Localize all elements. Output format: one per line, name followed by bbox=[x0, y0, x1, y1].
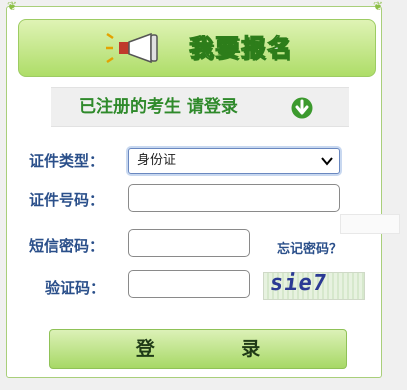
chevron-down-icon[interactable] bbox=[321, 156, 333, 166]
arrow-down-circle-icon bbox=[291, 97, 313, 119]
id-type-select[interactable]: 身份证 bbox=[128, 148, 340, 174]
megaphone-icon bbox=[106, 32, 158, 64]
header-title: 我要报名 bbox=[189, 34, 293, 63]
login-button[interactable]: 登 录 bbox=[49, 329, 347, 369]
captcha-input[interactable] bbox=[128, 270, 250, 298]
registration-panel: ❦ ❦ 我要报名 已注册的考生 请登录 证件类型： 身份证 证件号码： 短信密码… bbox=[6, 0, 383, 378]
id-type-selected-value: 身份证 bbox=[137, 153, 177, 168]
captcha-image[interactable]: sie7 bbox=[263, 271, 365, 300]
corner-ornament-icon: ❦ bbox=[372, 0, 383, 13]
forgot-password-link[interactable]: 忘记密码？ bbox=[277, 238, 342, 257]
sms-code-input[interactable] bbox=[128, 229, 250, 257]
id-type-label: 证件类型： bbox=[29, 152, 105, 170]
id-number-label: 证件号码： bbox=[29, 191, 105, 209]
captcha-image-text: sie7 bbox=[268, 271, 329, 296]
sms-code-label: 短信密码： bbox=[29, 237, 105, 255]
login-prompt-text: 已注册的考生 请登录 bbox=[79, 97, 238, 117]
corner-ornament-icon: ❦ bbox=[7, 0, 18, 13]
id-number-input[interactable] bbox=[128, 184, 340, 212]
login-prompt-bar: 已注册的考生 请登录 bbox=[51, 87, 349, 127]
captcha-label: 验证码： bbox=[45, 279, 106, 297]
background-faded-element bbox=[340, 214, 400, 234]
header-banner: 我要报名 bbox=[18, 19, 376, 77]
